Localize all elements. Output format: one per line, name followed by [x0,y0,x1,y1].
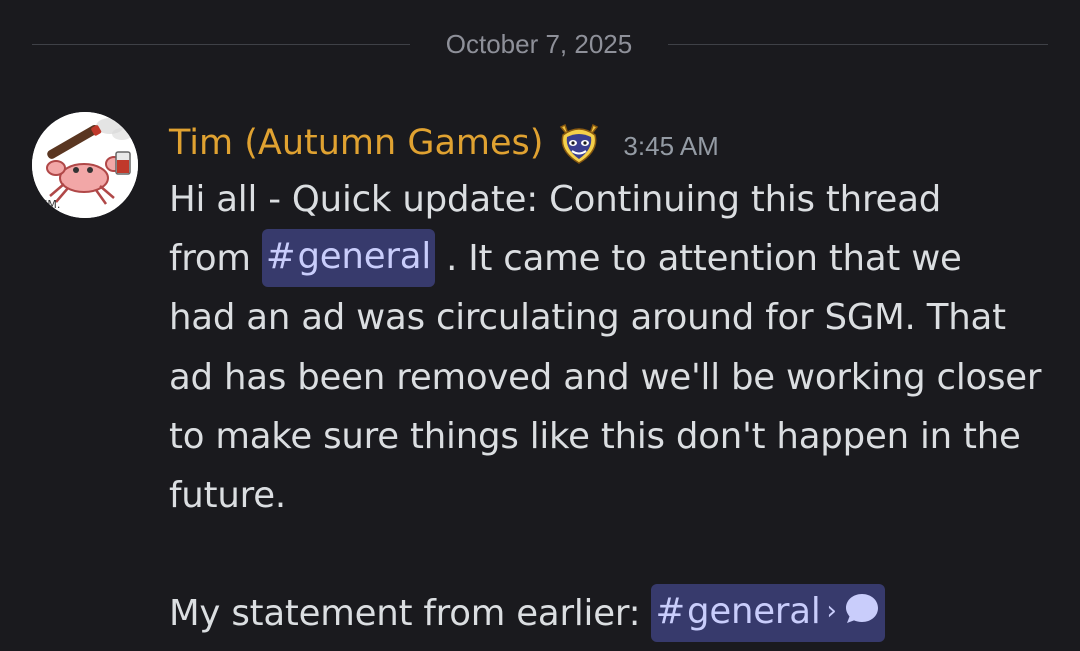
message-text: My statement from earlier: [169,593,652,635]
message-line: from #general . It came to attention tha… [169,229,1069,288]
message-line: ad has been removed and we'll be working… [169,356,1042,398]
divider-line-left [32,44,410,45]
message-text: . It came to attention that we [434,238,962,280]
divider-line-right [668,44,1048,45]
demon-badge-icon[interactable] [555,119,603,167]
message-line: Hi all - Quick update: Continuing this t… [169,179,942,220]
channel-hash-icon: # [265,236,296,278]
message-line: future. [169,474,286,516]
message-text: from [169,238,262,280]
message-line: My statement from earlier: #general › [169,584,1069,643]
thread-mention-general[interactable]: #general › [651,584,885,643]
chevron-right-icon: › [826,596,837,627]
divider-date: October 7, 2025 [445,29,633,59]
message-line: had an ad was circulating around for SGM… [169,297,1006,339]
channel-hash-icon: # [655,591,685,633]
channel-mention-general[interactable]: #general [261,229,435,288]
svg-text:TiM.: TiM. [37,198,60,211]
crab-avatar-icon[interactable]: TiM. [32,112,138,218]
message-header: Tim (Autumn Games) 3:45 AM [169,118,719,168]
message-timestamp: 3:45 AM [623,130,719,161]
channel-mention-label: general [297,236,431,278]
chat-view: October 7, 2025 TiM. Tim (Autumn Games) … [0,0,1080,651]
author-name[interactable]: Tim (Autumn Games) [169,123,543,163]
thread-bubble-icon [843,590,881,628]
date-divider: October 7, 2025 [32,29,1048,59]
channel-mention-label: general [687,591,821,633]
message-content: Hi all - Quick update: Continuing this t… [169,170,1069,644]
message-line: to make sure things like this don't happ… [169,415,1021,457]
